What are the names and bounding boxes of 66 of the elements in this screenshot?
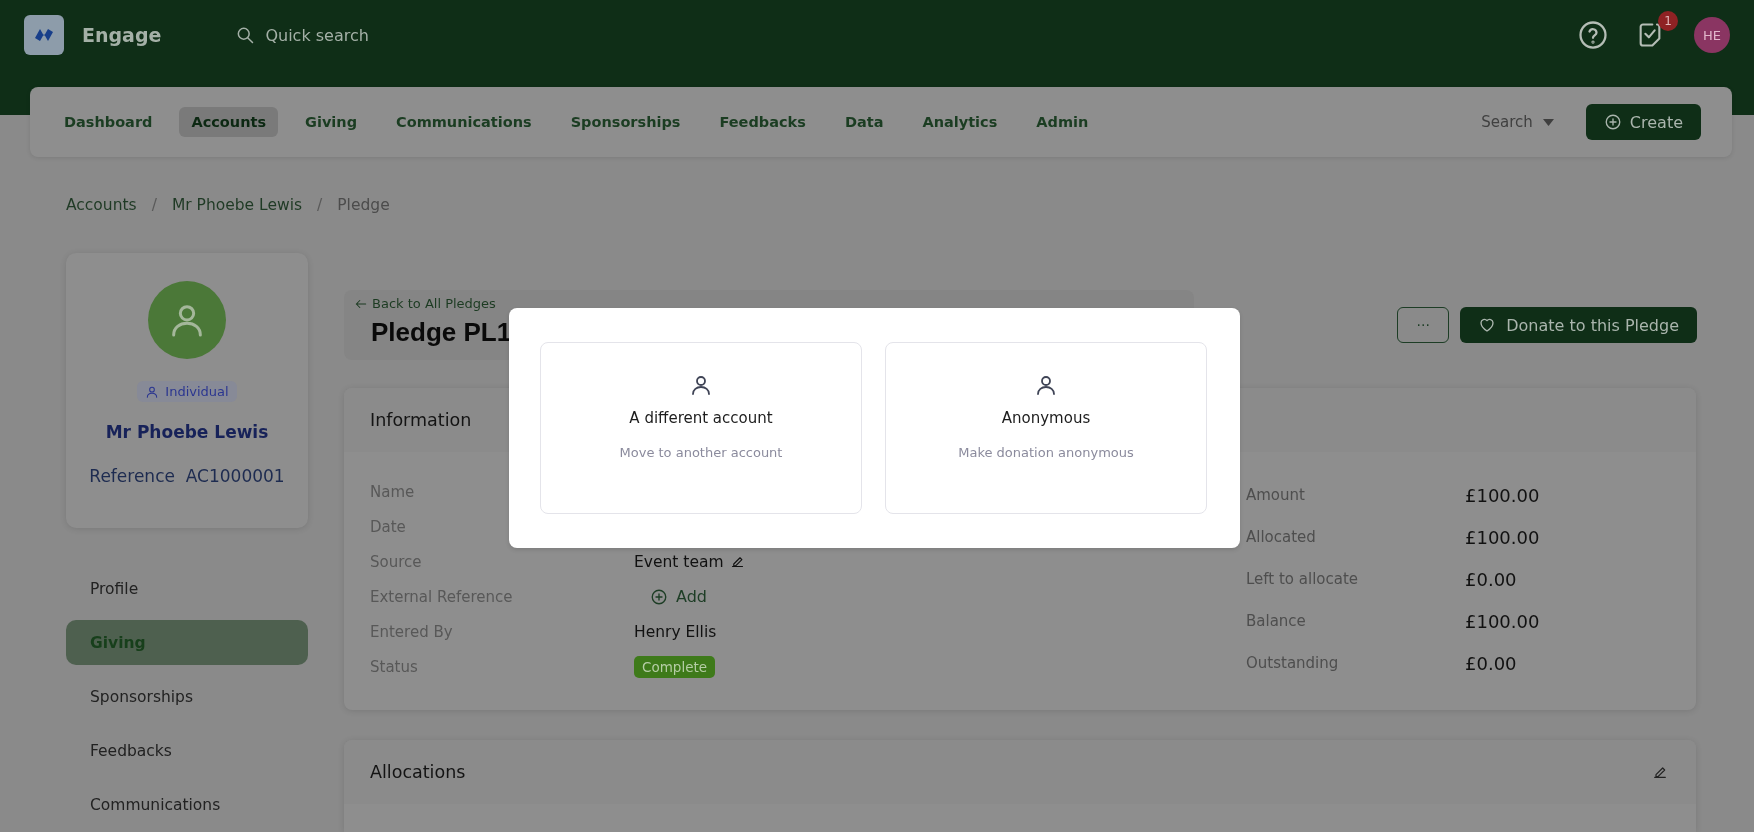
plus-circle-icon — [1603, 113, 1622, 131]
more-button[interactable]: ··· — [1397, 307, 1450, 343]
nav-tab[interactable]: Dashboard — [52, 107, 165, 137]
pledge-title: Pledge PL1 — [371, 317, 513, 348]
option-title: Anonymous — [1001, 409, 1091, 427]
plus-circle-icon — [650, 587, 668, 606]
status-badge: Complete — [634, 655, 716, 678]
search-icon — [235, 25, 256, 45]
nav-tab[interactable]: Giving — [293, 107, 370, 137]
side-menu-item[interactable]: Communications — [66, 782, 308, 827]
card-title: Information — [370, 410, 472, 430]
breadcrumb-link[interactable]: Mr Phoebe Lewis — [171, 196, 303, 214]
donate-button[interactable]: Donate to this Pledge — [1460, 307, 1697, 343]
total-value: £0.00 — [1465, 652, 1518, 674]
person-icon — [145, 384, 160, 399]
option-description: Make donation anonymous — [958, 445, 1134, 460]
nav-tab[interactable]: Admin — [1024, 107, 1101, 137]
account-name: Mr Phoebe Lewis — [105, 422, 269, 442]
total-value: £100.00 — [1465, 484, 1541, 506]
total-label: Balance — [1246, 612, 1307, 630]
pencil-icon[interactable] — [729, 554, 745, 569]
option-card[interactable]: Anonymous Make donation anonymous — [885, 342, 1207, 514]
quick-search-field[interactable]: Quick search — [265, 25, 369, 45]
total-label: Amount — [1246, 486, 1306, 504]
pencil-icon[interactable] — [1652, 764, 1668, 780]
total-label: Left to allocate — [1246, 570, 1360, 588]
heart-icon — [1478, 316, 1497, 334]
total-value: £100.00 — [1465, 526, 1541, 548]
field-value: Henry Ellis — [634, 622, 717, 641]
user-avatar[interactable]: HE — [1694, 17, 1730, 53]
notification-badge: 1 — [1658, 11, 1678, 31]
breadcrumb-separator: / — [317, 196, 323, 214]
reference-label: Reference — [89, 466, 175, 486]
total-value: £100.00 — [1465, 610, 1541, 632]
total-value: £0.00 — [1465, 568, 1518, 590]
back-link[interactable]: Back to All Pledges — [354, 296, 1194, 311]
nav-tab[interactable]: Feedbacks — [707, 107, 818, 137]
app-name: Engage — [82, 24, 162, 46]
option-card[interactable]: A different account Move to another account — [540, 342, 862, 514]
option-description: Move to another account — [619, 445, 783, 460]
breadcrumb-current: Pledge — [337, 196, 390, 214]
reference-value: AC1000001 — [185, 466, 285, 486]
total-label: Outstanding — [1246, 654, 1340, 672]
nav-tab[interactable]: Analytics — [910, 107, 1010, 137]
option-title: A different account — [629, 409, 773, 427]
nav-tab[interactable]: Sponsorships — [558, 107, 693, 137]
account-type-badge: Individual — [137, 381, 237, 402]
person-icon — [689, 373, 713, 397]
person-icon — [1034, 373, 1058, 397]
caret-icon — [1542, 118, 1554, 126]
nav-tab[interactable]: Communications — [384, 107, 544, 137]
nav-tab[interactable]: Accounts — [179, 107, 279, 137]
breadcrumb-link[interactable]: Accounts — [66, 196, 137, 214]
field-value: Event team — [634, 552, 724, 571]
nav-tab[interactable]: Data — [832, 107, 896, 137]
search-dropdown[interactable]: Search — [1475, 112, 1560, 132]
breadcrumb-separator: / — [151, 196, 157, 214]
add-button[interactable]: Add — [634, 587, 707, 606]
side-menu-item[interactable]: Profile — [66, 566, 308, 611]
side-menu-item[interactable]: Feedbacks — [66, 728, 308, 773]
create-button[interactable]: Create — [1585, 104, 1701, 140]
card-title: Allocations — [370, 762, 466, 782]
side-menu-item[interactable]: Sponsorships — [66, 674, 308, 719]
app-logo[interactable] — [24, 15, 64, 55]
help-icon[interactable] — [1578, 20, 1608, 50]
total-label: Allocated — [1246, 528, 1317, 546]
